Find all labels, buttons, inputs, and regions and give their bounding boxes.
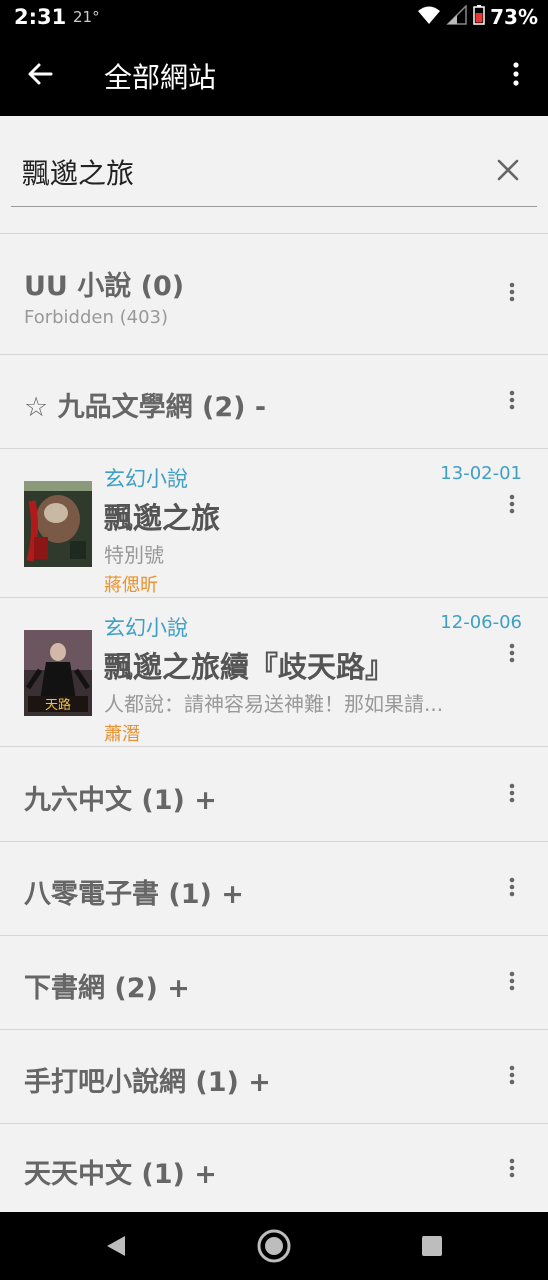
back-arrow-icon — [27, 61, 53, 91]
site-row[interactable]: 手打吧小說網 (1) + — [0, 1030, 548, 1124]
app-bar: 全部網站 — [0, 36, 548, 116]
book-cover-image — [24, 481, 92, 567]
clear-search-button[interactable] — [490, 154, 526, 190]
nav-back-button[interactable] — [96, 1226, 136, 1266]
book-menu-button[interactable] — [502, 486, 522, 522]
book-title: 飄邈之旅續『歧天路』 — [104, 650, 395, 684]
more-vert-icon — [509, 1065, 515, 1085]
site-title: UU 小說 (0) — [24, 271, 185, 302]
signal-icon — [446, 4, 468, 29]
site-status: Forbidden (403) — [24, 307, 169, 328]
site-row-uu[interactable]: UU 小說 (0) Forbidden (403) — [0, 234, 548, 355]
status-icons: 73% — [417, 4, 538, 29]
close-icon — [497, 159, 519, 185]
battery-icon — [473, 5, 485, 29]
page-title: 全部網站 — [104, 61, 217, 94]
book-description: 人都說：請神容易送神難！那如果請... — [104, 692, 444, 716]
site-menu-button[interactable] — [502, 963, 522, 999]
battery-percent: 73% — [490, 5, 538, 29]
book-author: 蔣偲昕 — [104, 575, 158, 596]
site-title: 天天中文 (1) + — [24, 1159, 217, 1190]
site-menu-button[interactable] — [502, 1150, 522, 1186]
nav-recents-icon — [422, 1236, 442, 1256]
book-category: 玄幻小說 — [104, 467, 188, 491]
overflow-menu-button[interactable] — [502, 54, 530, 98]
site-title: ☆ 九品文學網 (2) - — [24, 392, 267, 423]
nav-home-icon — [257, 1229, 291, 1263]
site-row[interactable]: 天天中文 (1) + — [0, 1124, 548, 1212]
book-description: 特別號 — [104, 543, 164, 567]
more-vert-icon — [509, 282, 515, 302]
more-vert-icon — [509, 971, 515, 991]
more-vert-icon — [509, 494, 515, 514]
nav-recents-button[interactable] — [412, 1226, 452, 1266]
site-row-jiupin[interactable]: ☆ 九品文學網 (2) - — [0, 355, 548, 449]
status-temperature: 21° — [73, 8, 100, 26]
search-area — [0, 116, 548, 234]
book-row[interactable]: 玄幻小說 13-02-01 飄邈之旅 特別號 蔣偲昕 — [0, 449, 548, 598]
book-date: 13-02-01 — [440, 463, 522, 484]
search-input[interactable] — [22, 150, 462, 194]
book-author: 蕭潛 — [104, 724, 140, 745]
svg-text:天路: 天路 — [45, 697, 71, 713]
more-vert-icon — [509, 783, 515, 803]
more-vert-icon — [509, 643, 515, 663]
site-title: 手打吧小說網 (1) + — [24, 1067, 271, 1098]
system-nav-bar — [0, 1212, 548, 1280]
site-menu-button[interactable] — [502, 274, 522, 310]
book-category: 玄幻小說 — [104, 616, 188, 640]
search-underline — [11, 206, 537, 207]
site-title: 九六中文 (1) + — [24, 785, 217, 816]
site-menu-button[interactable] — [502, 869, 522, 905]
book-title: 飄邈之旅 — [104, 501, 221, 535]
site-menu-button[interactable] — [502, 775, 522, 811]
nav-home-button[interactable] — [254, 1226, 294, 1266]
book-cover-image: 天路 — [24, 630, 92, 716]
more-vert-icon — [509, 877, 515, 897]
status-bar: 2:31 21° 73% — [0, 0, 548, 36]
wifi-icon — [417, 5, 441, 29]
nav-back-icon — [107, 1236, 125, 1256]
site-row[interactable]: 下書網 (2) + — [0, 936, 548, 1030]
site-menu-button[interactable] — [502, 382, 522, 418]
more-vert-icon — [509, 1158, 515, 1178]
site-row[interactable]: 九六中文 (1) + — [0, 747, 548, 842]
site-title: 下書網 (2) + — [24, 973, 190, 1004]
status-time: 2:31 — [14, 5, 67, 29]
book-date: 12-06-06 — [440, 612, 522, 633]
site-title: 八零電子書 (1) + — [24, 879, 244, 910]
site-menu-button[interactable] — [502, 1057, 522, 1093]
site-row[interactable]: 八零電子書 (1) + — [0, 842, 548, 936]
book-row[interactable]: 天路 玄幻小說 12-06-06 飄邈之旅續『歧天路』 人都說：請神容易送神難！… — [0, 598, 548, 747]
book-menu-button[interactable] — [502, 635, 522, 671]
more-vert-icon — [509, 390, 515, 410]
more-vert-icon — [513, 62, 519, 90]
back-button[interactable] — [18, 54, 62, 98]
